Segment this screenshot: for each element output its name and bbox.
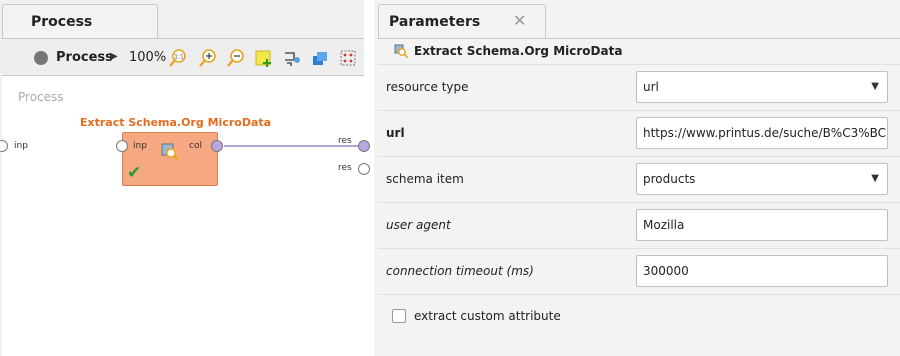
url-value: https://www.printus.de/suche/B%C3%BC <box>643 126 887 140</box>
process-input-port-label: inp <box>14 141 28 151</box>
chevron-down-icon[interactable]: ▼ <box>871 173 879 184</box>
arrange-icon[interactable] <box>338 48 358 68</box>
auto-wire-icon[interactable] <box>282 48 302 68</box>
param-label-url: url <box>386 126 405 140</box>
breadcrumb[interactable]: Process <box>56 50 113 65</box>
zoom-fit-icon[interactable]: 1:1 <box>168 48 188 68</box>
process-canvas[interactable]: Process inp res res Extract Schema.Org M… <box>0 76 370 356</box>
chevron-down-icon[interactable]: ▼ <box>871 81 879 92</box>
extract-custom-attribute-checkbox[interactable] <box>392 309 406 323</box>
param-label-schema-item: schema item <box>386 172 464 186</box>
user-agent-input[interactable]: Mozilla <box>636 209 888 241</box>
process-panel: Process Process ▶ 100% 1:1 Process inp r… <box>0 0 370 356</box>
param-row-connection-timeout: connection timeout (ms) 300000 <box>378 248 900 294</box>
tab-parameters[interactable]: Parameters ✕ <box>378 4 546 38</box>
success-check-icon: ✔ <box>127 163 142 183</box>
operator-title[interactable]: Extract Schema.Org MicroData <box>80 116 271 129</box>
parameters-operator-name: Extract Schema.Org MicroData <box>414 44 623 58</box>
extract-custom-attribute-label[interactable]: extract custom attribute <box>414 309 561 323</box>
param-label-user-agent: user agent <box>386 218 451 232</box>
connection-timeout-value: 300000 <box>643 264 689 278</box>
param-row-extract-custom-attribute: extract custom attribute <box>378 294 900 340</box>
process-toolbar: Process ▶ 100% 1:1 <box>2 38 364 76</box>
operator-icon <box>394 44 408 58</box>
zoom-in-icon[interactable] <box>198 48 218 68</box>
result-port-label: res <box>338 136 352 146</box>
operator-input-port[interactable] <box>116 140 128 152</box>
param-label-connection-timeout: connection timeout (ms) <box>386 264 534 278</box>
parameters-header: Extract Schema.Org MicroData <box>378 38 900 66</box>
schema-item-value: products <box>643 172 696 186</box>
tab-process-label: Process <box>31 14 93 30</box>
tab-process[interactable]: Process <box>2 4 158 38</box>
resource-type-value: url <box>643 80 659 94</box>
process-icon <box>34 51 48 65</box>
zoom-out-icon[interactable] <box>226 48 246 68</box>
connection-timeout-input[interactable]: 300000 <box>636 255 888 287</box>
close-icon[interactable]: ✕ <box>513 11 526 30</box>
result-port[interactable] <box>358 163 370 175</box>
breadcrumb-arrow-icon[interactable]: ▶ <box>110 51 118 62</box>
svg-text:1:1: 1:1 <box>174 54 184 61</box>
operator-output-port[interactable] <box>211 140 223 152</box>
operator-input-port-label: inp <box>133 141 147 151</box>
param-row-user-agent: user agent Mozilla <box>378 202 900 248</box>
param-label-resource-type: resource type <box>386 80 469 94</box>
param-row-resource-type: resource type url ▼ <box>378 64 900 110</box>
url-input[interactable]: https://www.printus.de/suche/B%C3%BC <box>636 117 888 149</box>
result-port[interactable] <box>358 140 370 152</box>
operator-output-port-label: col <box>189 141 202 151</box>
tab-parameters-label: Parameters <box>389 14 481 30</box>
param-row-schema-item: schema item products ▼ <box>378 156 900 202</box>
operator-extract-microdata[interactable]: inp col ✔ <box>116 132 223 186</box>
zoom-level: 100% <box>129 50 167 65</box>
user-agent-value: Mozilla <box>643 218 685 232</box>
schema-item-dropdown[interactable]: products ▼ <box>636 163 888 195</box>
param-row-url: url https://www.printus.de/suche/B%C3%BC <box>378 110 900 156</box>
add-note-icon[interactable] <box>254 48 274 68</box>
resource-type-dropdown[interactable]: url ▼ <box>636 71 888 103</box>
extract-search-icon <box>161 143 179 161</box>
result-port-label: res <box>338 163 352 173</box>
layers-icon[interactable] <box>310 48 330 68</box>
parameters-panel: Parameters ✕ Extract Schema.Org MicroDat… <box>374 0 900 356</box>
